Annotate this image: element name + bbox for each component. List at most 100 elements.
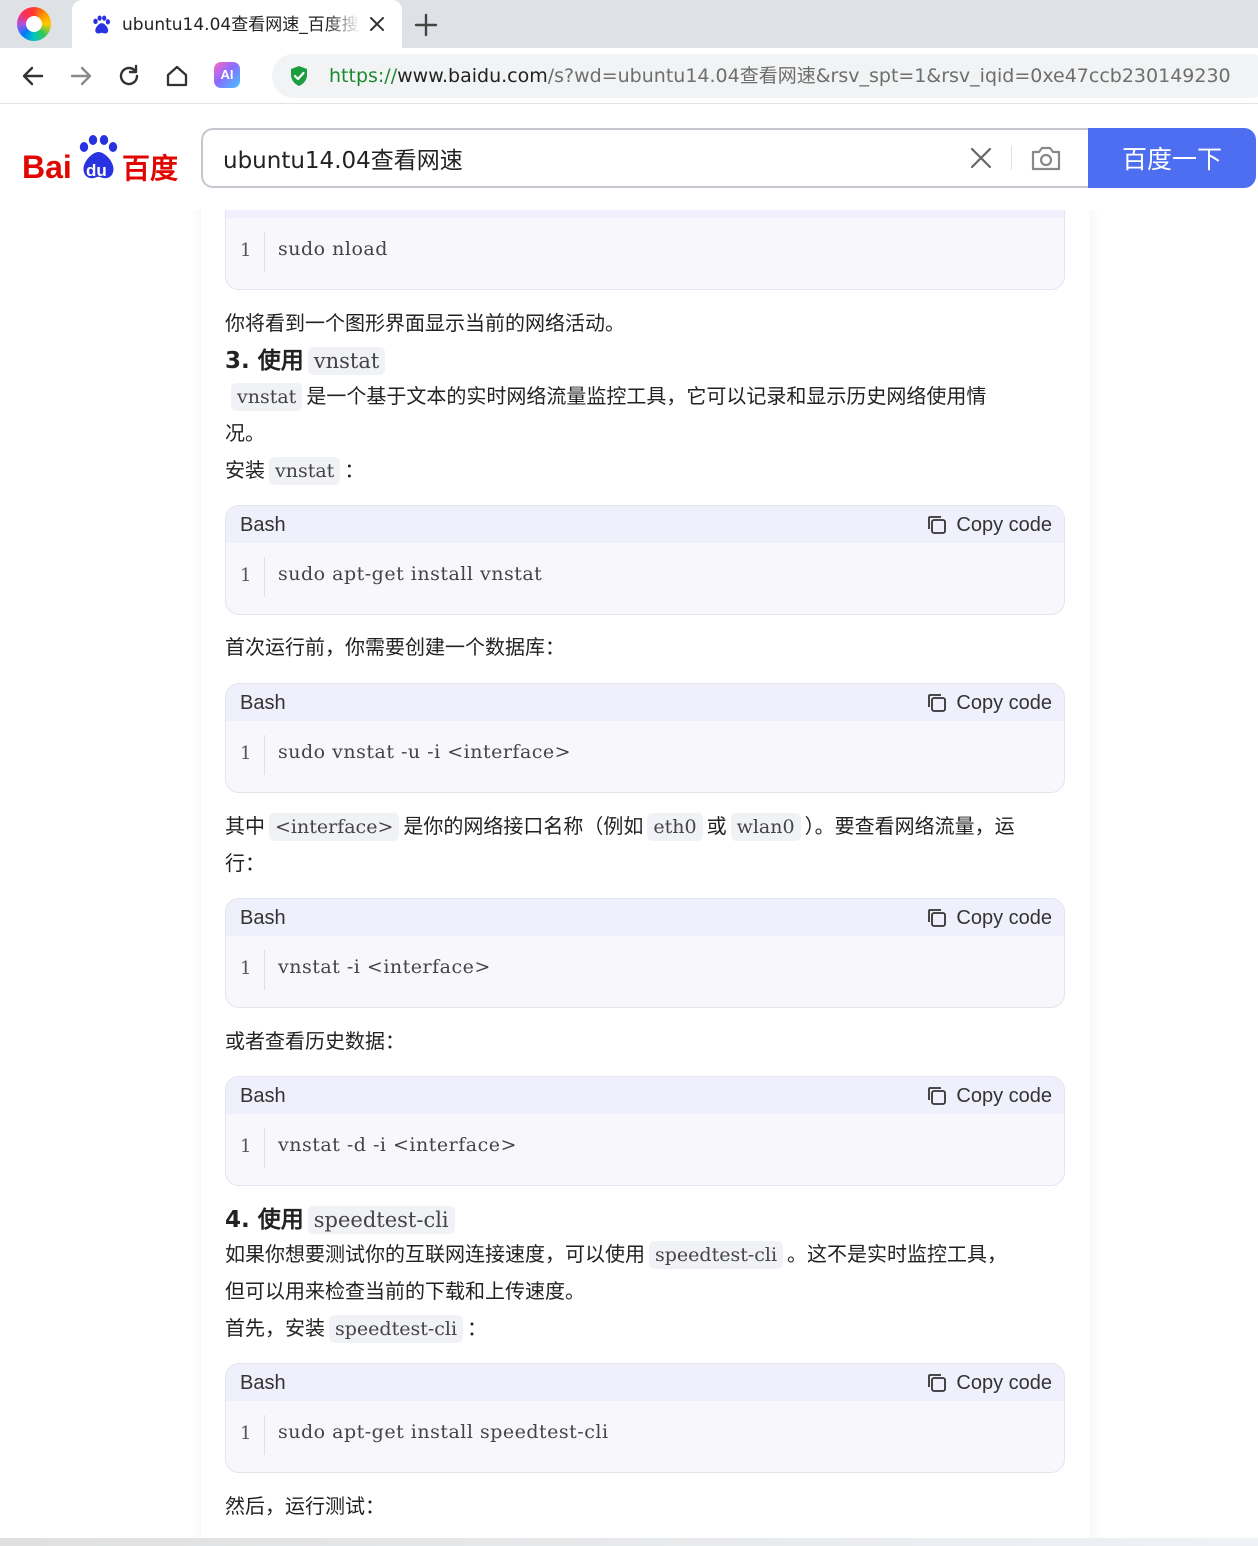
divider: [1011, 146, 1012, 170]
paragraph-text: ）。要查看网络流量，运: [804, 814, 1015, 838]
arrow-right-icon: [70, 66, 92, 86]
paragraph: 其中 <interface> 是你的网络接口名称（例如 eth0 或 wlan0 ）。要查看…: [225, 808, 1065, 882]
code-gutter: [264, 1128, 265, 1168]
copy-code-label: Copy code: [956, 1084, 1052, 1107]
reload-icon: [119, 64, 139, 86]
new-tab-plus-icon[interactable]: [413, 12, 439, 38]
code-text: sudo vnstat -u -i <interface>: [278, 741, 572, 763]
line-number: 1: [240, 958, 252, 979]
paragraph-text: 其中: [225, 814, 265, 838]
copy-code-label: Copy code: [956, 906, 1052, 929]
copy-code-button[interactable]: Copy code: [926, 1081, 1052, 1111]
paragraph: vnstat 是一个基于文本的实时网络流量监控工具，它可以记录和显示历史网络使用情…: [225, 378, 1065, 452]
copy-code-label: Copy code: [956, 691, 1052, 714]
line-number: 1: [240, 1423, 252, 1444]
code-text: vnstat -i <interface>: [278, 956, 491, 978]
code-header: Bash Copy code: [226, 1077, 1064, 1114]
url-path: /s?wd=ubuntu14.04查看网速&rsv_spt=1&rsv_iqid…: [547, 65, 1231, 87]
code-body: 1 vnstat -i <interface>: [226, 936, 1064, 1007]
logo-text-bai: Bai: [22, 149, 72, 185]
code-text: vnstat -d -i <interface>: [278, 1134, 517, 1156]
code-header: Bash Copy code: [226, 506, 1064, 543]
baidu-logo[interactable]: Bai du 百度: [22, 134, 182, 186]
paragraph-text: 是你的网络接口名称（例如: [403, 814, 644, 838]
code-block: Bash Copy code 1 sudo vnstat -u -i <inte…: [225, 683, 1065, 793]
paragraph: 然后，运行测试：: [225, 1494, 385, 1518]
camera-icon[interactable]: [1029, 143, 1063, 173]
code-text: sudo apt-get install vnstat: [278, 563, 543, 585]
copy-icon: [928, 694, 947, 712]
code-header: Bash Copy code: [226, 1364, 1064, 1401]
code-language: Bash: [240, 1085, 286, 1107]
code-language: Bash: [240, 514, 286, 536]
code-gutter: [264, 232, 265, 272]
reload-button[interactable]: [114, 61, 144, 91]
baidu-header: Bai du 百度 百度一下: [0, 104, 1258, 210]
paragraph-text: 安装: [225, 458, 265, 482]
paragraph-text: 如果你想要测试你的互联网连接速度，可以使用: [225, 1242, 645, 1266]
url-scheme: https://: [329, 65, 398, 87]
copy-code-button[interactable]: Copy code: [926, 1368, 1052, 1398]
inline-code: vnstat: [269, 457, 341, 485]
copy-code-label: Copy code: [956, 513, 1052, 536]
copy-code-button[interactable]: Copy code: [926, 903, 1052, 933]
search-input[interactable]: [223, 130, 943, 186]
tab-strip: ubuntu14.04查看网速_百度搜索: [0, 0, 1258, 48]
ai-answer-card: 1 sudo nload 你将看到一个图形界面显示当前的网络活动。 3. 使用 v…: [201, 180, 1090, 1546]
tab-active[interactable]: ubuntu14.04查看网速_百度搜索: [72, 0, 402, 48]
code-text: sudo apt-get install speedtest-cli: [278, 1421, 609, 1443]
close-icon[interactable]: [368, 15, 386, 33]
line-number: 1: [240, 240, 252, 261]
paragraph-text: 行：: [225, 851, 265, 875]
code-body: 1 vnstat -d -i <interface>: [226, 1114, 1064, 1185]
copy-code-button[interactable]: Copy code: [926, 688, 1052, 718]
paragraph-text: 况。: [225, 421, 265, 445]
copy-icon: [928, 1374, 947, 1392]
code-block: Bash Copy code 1 vnstat -i <interface>: [225, 898, 1065, 1008]
inline-code: eth0: [647, 813, 703, 841]
url-host: www.baidu.com: [397, 65, 548, 87]
inline-code: vnstat: [231, 383, 303, 411]
code-body: 1 sudo apt-get install vnstat: [226, 543, 1064, 614]
paragraph-text: 是一个基于文本的实时网络流量监控工具，它可以记录和显示历史网络使用情: [306, 384, 987, 408]
paragraph: 首先，安装 speedtest-cli：: [225, 1310, 1065, 1347]
inline-code: wlan0: [730, 813, 801, 841]
logo-text-du: du: [86, 161, 107, 180]
copy-icon: [928, 909, 947, 927]
code-header: Bash Copy code: [226, 899, 1064, 936]
line-number: 1: [240, 565, 252, 586]
code-block: Bash Copy code 1 sudo apt-get install sp…: [225, 1363, 1065, 1473]
back-button[interactable]: [18, 61, 48, 91]
paragraph-text: 但可以用来检查当前的下载和上传速度。: [225, 1279, 585, 1303]
code-language: Bash: [240, 692, 286, 714]
copy-code-label: Copy code: [956, 1371, 1052, 1394]
section-heading: 4. 使用 speedtest-cli: [225, 1203, 459, 1237]
copy-code-button[interactable]: Copy code: [926, 510, 1052, 540]
paragraph-text: 首先，安装: [225, 1316, 325, 1340]
arrow-left-icon: [22, 66, 44, 86]
paragraph: 或者查看历史数据：: [225, 1029, 405, 1053]
code-gutter: [264, 950, 265, 990]
clear-icon[interactable]: [969, 146, 993, 170]
address-bar[interactable]: https://www.baidu.com/s?wd=ubuntu14.04查看…: [272, 54, 1258, 98]
section-heading: 3. 使用 vnstat: [225, 344, 389, 378]
code-body: 1 sudo nload: [226, 218, 1064, 289]
forward-button[interactable]: [66, 61, 96, 91]
code-body: 1 sudo vnstat -u -i <interface>: [226, 721, 1064, 792]
code-block: Bash Copy code 1 vnstat -d -i <interface…: [225, 1076, 1065, 1186]
code-language: Bash: [240, 907, 286, 929]
inline-code: speedtest-cli: [307, 1206, 455, 1234]
bottom-scroll-region: [0, 1538, 1258, 1546]
browser-logo-icon[interactable]: [17, 7, 51, 41]
code-gutter: [264, 1415, 265, 1455]
inline-code: speedtest-cli: [649, 1241, 784, 1269]
heading-text: 3. 使用: [225, 348, 304, 374]
copy-icon: [928, 516, 947, 534]
tab-title: ubuntu14.04查看网速_百度搜索: [122, 15, 360, 35]
url-text[interactable]: https://www.baidu.com/s?wd=ubuntu14.04查看…: [329, 62, 1231, 90]
paragraph: 如果你想要测试你的互联网连接速度，可以使用 speedtest-cli 。这不是实时…: [225, 1236, 1065, 1310]
heading-text: 4. 使用: [225, 1207, 304, 1233]
home-button[interactable]: [162, 61, 192, 91]
search-button[interactable]: 百度一下: [1088, 128, 1256, 188]
ai-assistant-button[interactable]: AI: [214, 62, 240, 88]
